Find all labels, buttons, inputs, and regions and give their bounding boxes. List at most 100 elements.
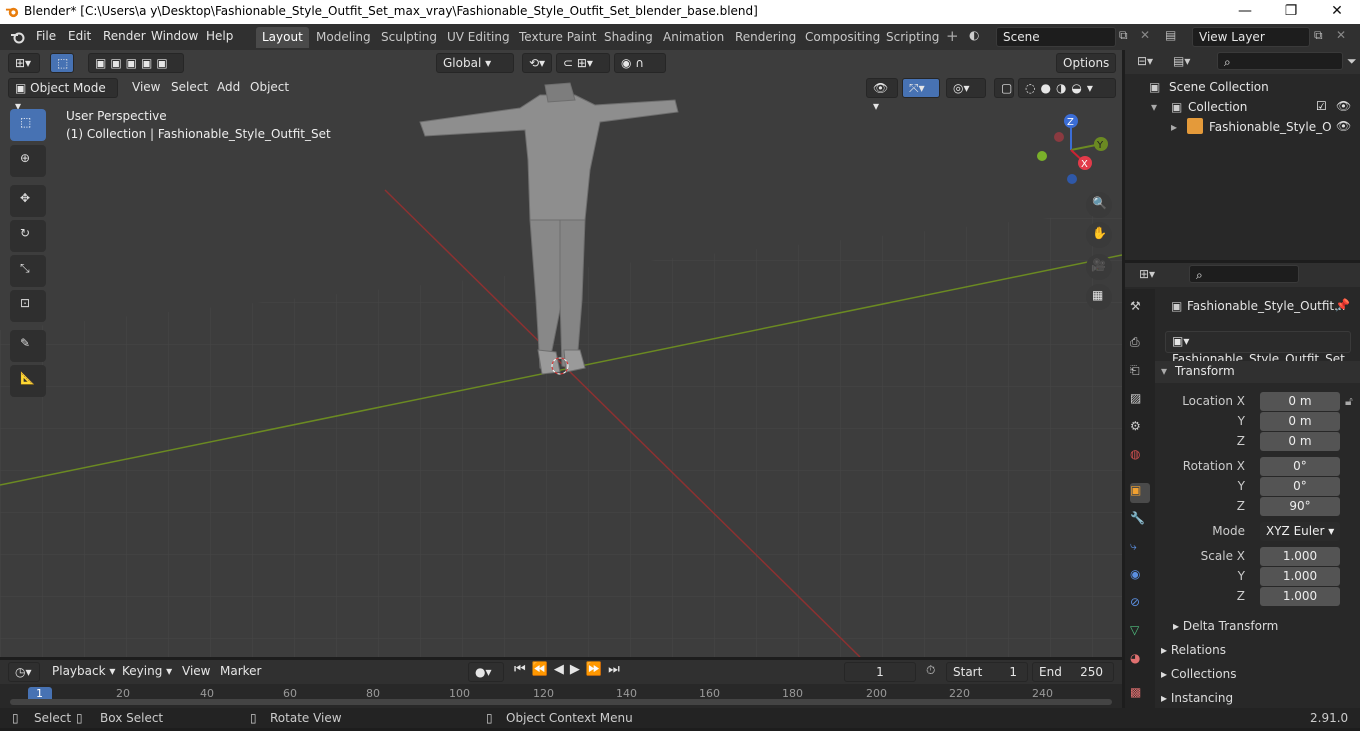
view-layer-icon[interactable]: ▤: [1165, 28, 1176, 42]
camera-view-button[interactable]: 🎥: [1086, 254, 1112, 280]
rotation-z-input[interactable]: 90°: [1260, 497, 1340, 516]
outliner-collection[interactable]: Collection: [1188, 100, 1247, 114]
object-tab-icon[interactable]: ▣: [1130, 483, 1150, 503]
collections-panel[interactable]: ▸ Collections: [1161, 667, 1236, 681]
stopwatch-icon[interactable]: ⏱: [926, 663, 935, 678]
scale-x-input[interactable]: 1.000: [1260, 547, 1340, 566]
transform-orientation-dropdown[interactable]: Global ▾: [436, 53, 514, 73]
editor-type-button[interactable]: ⊞▾: [8, 53, 40, 73]
menu-edit[interactable]: Edit: [68, 29, 91, 43]
scale-z-input[interactable]: 1.000: [1260, 587, 1340, 606]
world-tab-icon[interactable]: ◍: [1130, 447, 1150, 467]
tab-animation[interactable]: Animation: [657, 27, 730, 48]
material-tab-icon[interactable]: ◕: [1130, 651, 1150, 671]
outliner-object[interactable]: Fashionable_Style_O: [1209, 120, 1332, 134]
tab-sculpting[interactable]: Sculpting: [375, 27, 443, 48]
collection-eye-icon[interactable]: 👁: [1336, 99, 1351, 113]
pan-button[interactable]: ✋: [1086, 222, 1112, 248]
end-frame-field[interactable]: End 250: [1032, 662, 1114, 682]
menu-window[interactable]: Window: [151, 29, 198, 43]
tab-shading[interactable]: Shading: [598, 27, 659, 48]
delete-view-layer-icon[interactable]: ✕: [1336, 28, 1346, 42]
maximize-button[interactable]: ❐: [1268, 0, 1314, 24]
tab-modeling[interactable]: Modeling: [310, 27, 377, 48]
selection-modes[interactable]: ▣▣▣▣▣: [88, 53, 184, 73]
viewport-menu-object[interactable]: Object: [250, 80, 289, 94]
data-tab-icon[interactable]: ▽: [1130, 623, 1150, 643]
timeline-editor-type[interactable]: ◷▾: [8, 662, 40, 682]
add-workspace-icon[interactable]: +: [946, 27, 959, 45]
rotation-x-input[interactable]: 0°: [1260, 457, 1340, 476]
timeline-scrollbar[interactable]: [10, 699, 1112, 705]
location-x-input[interactable]: 0 m: [1260, 392, 1340, 411]
scale-y-input[interactable]: 1.000: [1260, 567, 1340, 586]
gizmo-toggle[interactable]: ⤧▾: [902, 78, 940, 98]
tab-uv-editing[interactable]: UV Editing: [441, 27, 516, 48]
visibility-dropdown[interactable]: 👁▾: [866, 78, 898, 113]
annotate-tool[interactable]: ✎: [10, 330, 46, 362]
tool-tab-icon[interactable]: ⚒: [1130, 299, 1150, 319]
ortho-toggle-button[interactable]: ▦: [1086, 284, 1112, 310]
zoom-button[interactable]: 🔍: [1086, 192, 1112, 218]
timeline-menu-playback[interactable]: Playback ▾: [52, 664, 115, 678]
timeline-menu-marker[interactable]: Marker: [220, 664, 261, 678]
3d-viewport[interactable]: ⊞▾ ⬚ ▣▣▣▣▣ Global ▾ ⟲▾ ⊂ ⊞▾ ◉ ∩ Options …: [0, 50, 1122, 657]
properties-editor-icon[interactable]: ⊞▾: [1139, 267, 1155, 281]
texture-tab-icon[interactable]: ▩: [1130, 685, 1150, 705]
current-frame-field[interactable]: 1: [844, 662, 916, 682]
menu-file[interactable]: File: [36, 29, 56, 43]
lock-icon[interactable]: 🔓︎: [1345, 392, 1353, 411]
minimize-button[interactable]: —: [1222, 0, 1268, 24]
measure-tool[interactable]: 📐: [10, 365, 46, 397]
scene-tab-icon[interactable]: ⚙: [1130, 419, 1150, 439]
navigation-gizmo[interactable]: Z Y X: [1030, 112, 1110, 192]
delete-scene-icon[interactable]: ✕: [1140, 28, 1150, 42]
display-mode-icon[interactable]: ▤▾: [1173, 54, 1190, 68]
select-mode-button[interactable]: ⬚: [50, 53, 74, 73]
keyframe-record-button[interactable]: ●▾: [468, 662, 504, 682]
object-name-field[interactable]: ▣▾ Fashionable_Style_Outfit_Set: [1165, 331, 1351, 366]
shading-modes[interactable]: ◌●◑◒▾: [1018, 78, 1116, 98]
render-tab-icon[interactable]: ⎙: [1130, 335, 1150, 355]
rotation-y-input[interactable]: 0°: [1260, 477, 1340, 496]
outliner-editor-icon[interactable]: ⊟▾: [1137, 54, 1153, 68]
instancing-panel[interactable]: ▸ Instancing: [1161, 691, 1233, 705]
new-scene-icon[interactable]: ⧉: [1119, 28, 1128, 43]
transform-tool[interactable]: ⊡: [10, 290, 46, 322]
rotation-mode-dropdown[interactable]: XYZ Euler ▾: [1260, 522, 1340, 541]
transform-panel-header[interactable]: ▾ Transform: [1155, 361, 1360, 383]
tab-rendering[interactable]: Rendering: [729, 27, 802, 48]
pivot-dropdown[interactable]: ⟲▾: [522, 53, 552, 73]
object-mode-dropdown[interactable]: ▣ Object Mode ▾: [8, 78, 118, 113]
timeline-menu-keying[interactable]: Keying ▾: [122, 664, 172, 678]
blender-menu-icon[interactable]: [9, 29, 27, 45]
object-eye-icon[interactable]: 👁: [1336, 119, 1351, 133]
cursor-tool[interactable]: ⊕: [10, 145, 46, 177]
menu-render[interactable]: Render: [103, 29, 146, 43]
new-view-layer-icon[interactable]: ⧉: [1314, 28, 1323, 43]
physics-tab-icon[interactable]: ◉: [1130, 567, 1150, 587]
modifier-tab-icon[interactable]: 🔧: [1130, 511, 1150, 531]
tab-texture-paint[interactable]: Texture Paint: [513, 27, 602, 48]
viewport-menu-select[interactable]: Select: [171, 80, 208, 94]
scene-field[interactable]: Scene: [996, 27, 1116, 47]
timeline-menu-view[interactable]: View: [182, 664, 210, 678]
properties-search[interactable]: ⌕: [1189, 265, 1299, 283]
options-dropdown[interactable]: Options ▾: [1056, 53, 1116, 88]
location-y-input[interactable]: 0 m: [1260, 412, 1340, 431]
filter-icon[interactable]: ⏷: [1347, 54, 1357, 69]
collapse-collection-icon[interactable]: ▾: [1151, 100, 1157, 114]
collection-checkbox[interactable]: ☑: [1316, 99, 1327, 113]
viewport-menu-view[interactable]: View: [132, 80, 160, 94]
proportional-edit-toggle[interactable]: ◉ ∩: [614, 53, 666, 73]
move-tool[interactable]: ✥: [10, 185, 46, 217]
overlay-toggle[interactable]: ◎▾: [946, 78, 986, 98]
tab-scripting[interactable]: Scripting: [880, 27, 945, 48]
view-layer-tab-icon[interactable]: ▨: [1130, 391, 1150, 411]
delta-transform-subpanel[interactable]: ▸ Delta Transform: [1173, 619, 1278, 633]
snap-toggle[interactable]: ⊂ ⊞▾: [556, 53, 610, 73]
playback-controls[interactable]: ⏮⏪◀▶⏩⏭: [514, 662, 626, 677]
close-window-button[interactable]: ✕: [1314, 0, 1360, 24]
scale-tool[interactable]: ⤡: [10, 255, 46, 287]
menu-help[interactable]: Help: [206, 29, 233, 43]
